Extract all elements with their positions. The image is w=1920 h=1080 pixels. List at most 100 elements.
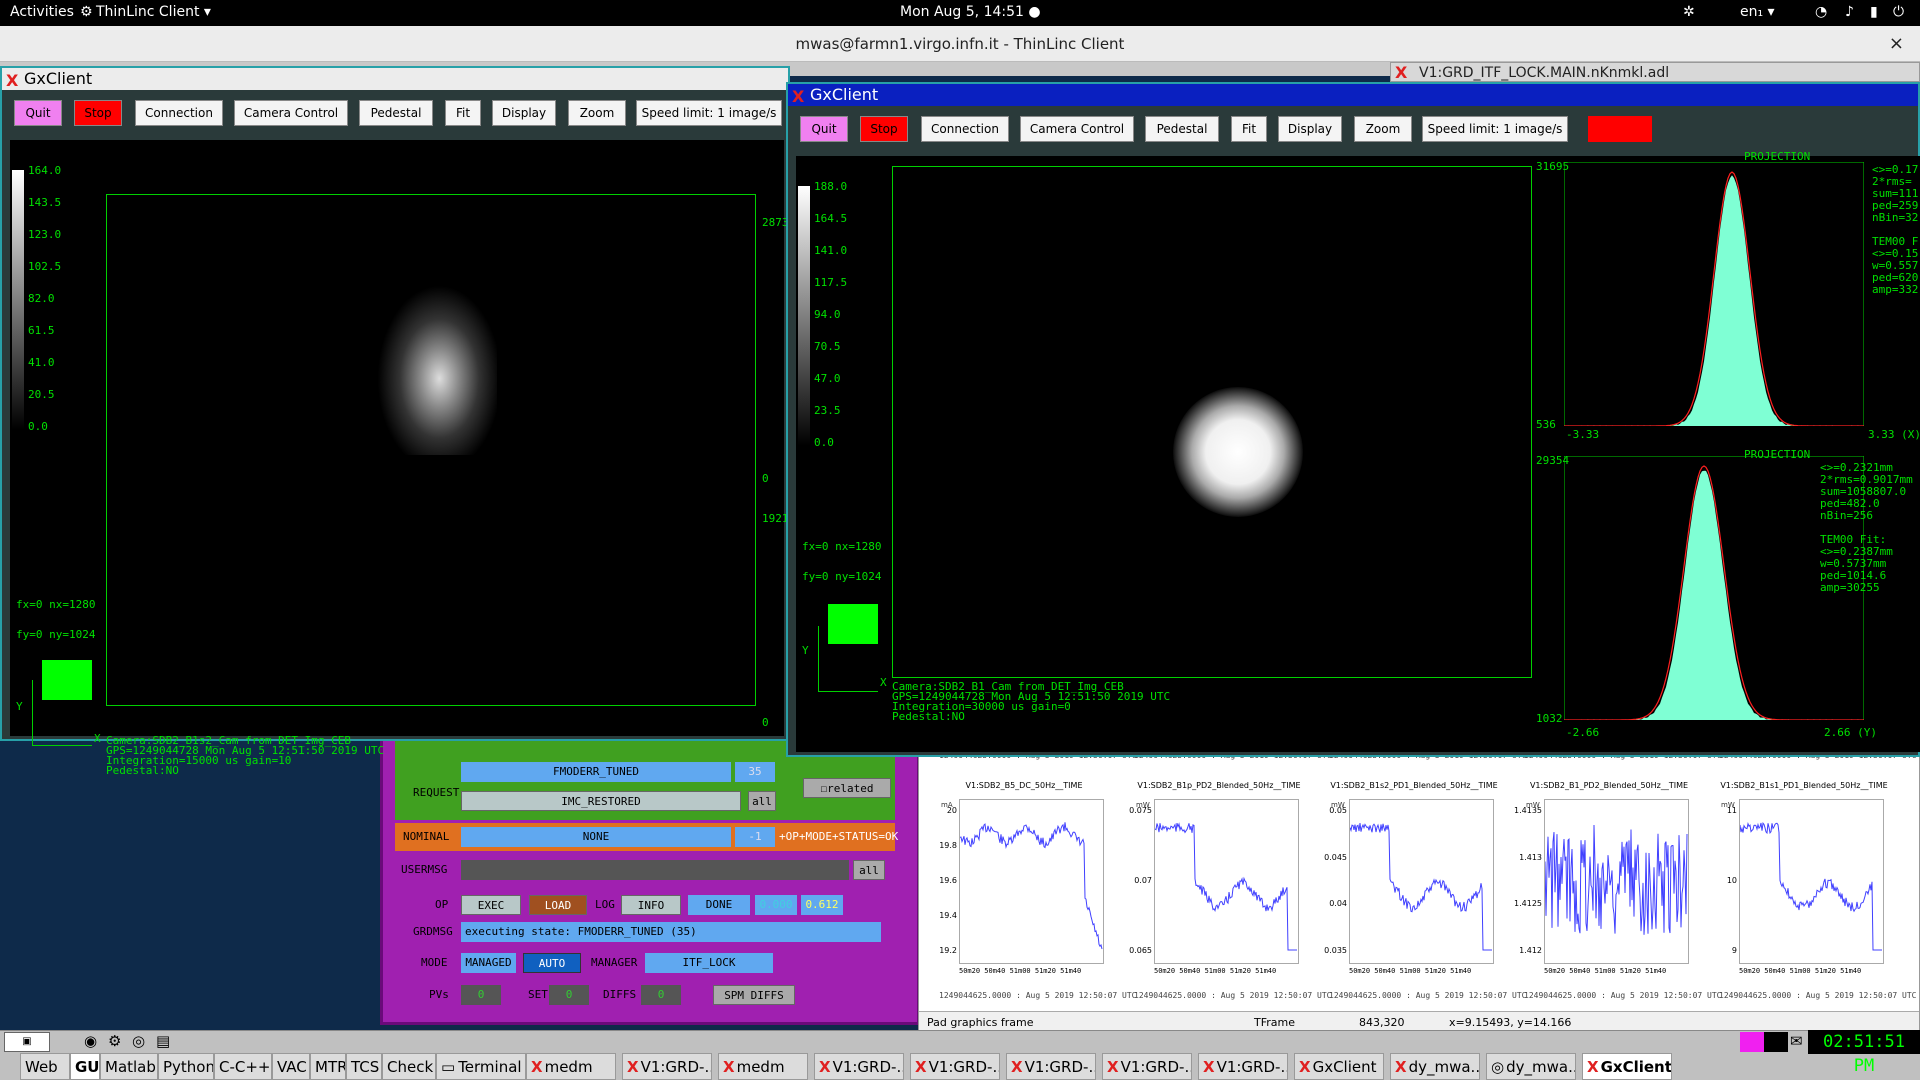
camera-control-button[interactable]: Camera Control (1020, 116, 1134, 142)
taskbar-item[interactable]: Xmedm (526, 1053, 616, 1080)
taskbar-item[interactable]: X GxClient (1294, 1053, 1384, 1080)
power-icon[interactable]: ⏻ (1893, 4, 1904, 20)
usermsg-all-button[interactable]: all (853, 860, 885, 880)
taskbar-item-label: VAC (277, 1058, 307, 1076)
taskbar-item[interactable]: X GxClient (1582, 1053, 1672, 1080)
load-button[interactable]: LOAD (529, 895, 587, 915)
camera-info-right: Camera:SDB2_B1_Cam from DET_Img_CEB GPS=1… (892, 681, 1170, 722)
mode-auto-button[interactable]: AUTO (523, 953, 581, 973)
log-level-select[interactable]: INFO (621, 895, 681, 915)
y-tick: 1.4125 (1514, 899, 1542, 909)
wifi-icon[interactable]: ◔ (1815, 4, 1827, 20)
pedestal-button[interactable]: Pedestal (1145, 116, 1219, 142)
status-object: Pad graphics frame (927, 1016, 1034, 1029)
firefox-icon[interactable]: ◉ (84, 1032, 97, 1050)
projection-y-stats: <>=0.2321mm 2*rms=0.9017mm sum=1058807.0 pe… (1820, 462, 1913, 594)
time-series-plot[interactable] (1544, 799, 1689, 964)
taskbar-item[interactable]: C-C++ (214, 1053, 272, 1080)
taskbar-item[interactable]: Xmedm (718, 1053, 808, 1080)
taskbar-item[interactable]: X V1:GRD-... (910, 1053, 1000, 1080)
gxclient-window-left: X GxClient Quit Stop Connection Camera Co… (0, 66, 795, 776)
taskbar-item[interactable]: X V1:GRD-... (1198, 1053, 1288, 1080)
display-button[interactable]: Display (492, 100, 556, 126)
speed-limit-button[interactable]: Speed limit: 1 image/s (636, 100, 782, 126)
workspace-indicator[interactable] (1740, 1032, 1764, 1052)
taskbar-item[interactable]: VAC (272, 1053, 310, 1080)
pedestal-button[interactable]: Pedestal (359, 100, 433, 126)
browser-icon[interactable]: ◎ (132, 1032, 145, 1050)
thinlinc-title: mwas@farmn1.virgo.infn.it - ThinLinc Cli… (795, 35, 1125, 53)
spm-diffs-button[interactable]: SPM DIFFS (713, 985, 795, 1005)
stop-button[interactable]: Stop (860, 116, 908, 142)
quit-button[interactable]: Quit (800, 116, 848, 142)
y-axis-label: Y (16, 700, 23, 713)
connection-button[interactable]: Connection (921, 116, 1009, 142)
time-series-plot[interactable] (1739, 799, 1884, 964)
taskbar-item[interactable]: X V1:GRD-... (1006, 1053, 1096, 1080)
taskbar-item[interactable]: Xdy_mwa... (1390, 1053, 1480, 1080)
taskbar-clock: 02:51:51 PM (1808, 1030, 1920, 1076)
taskbar-item[interactable]: Python (158, 1053, 214, 1080)
trace-line (1545, 824, 1688, 935)
taskbar-item[interactable]: Matlab (100, 1053, 158, 1080)
plot-unit: mW (1526, 801, 1540, 809)
x-axis-arrow (32, 745, 92, 746)
related-checkbox[interactable]: ☐related (803, 778, 891, 798)
exec-select[interactable]: EXEC (461, 895, 521, 915)
fit-button[interactable]: Fit (445, 100, 481, 126)
taskbar-item[interactable]: ◎ dy_mwa... (1486, 1053, 1576, 1080)
taskbar-item[interactable]: ▭ Terminal (436, 1053, 526, 1080)
taskbar-item[interactable]: MTR (310, 1053, 346, 1080)
taskbar-item[interactable]: TCS (346, 1053, 382, 1080)
gxclient-right-titlebar[interactable]: X GxClient (788, 84, 1918, 106)
app-menu[interactable]: ThinLinc Client ▾ (96, 4, 211, 20)
clock[interactable]: Mon Aug 5, 14:51 ● (900, 4, 1041, 20)
battery-icon[interactable]: ▮ (1870, 4, 1878, 20)
taskbar-item-label: Matlab (105, 1058, 156, 1076)
taskbar-item[interactable]: X V1:GRD-... (814, 1053, 904, 1080)
x-icon: X (531, 1058, 543, 1076)
request-select[interactable]: IMC_RESTORED (461, 791, 741, 811)
close-icon[interactable]: × (1889, 26, 1904, 62)
speed-limit-button[interactable]: Speed limit: 1 image/s (1422, 116, 1568, 142)
taskbar-item[interactable]: Web (20, 1053, 70, 1080)
camera-canvas-left[interactable]: 164.0 143.5 123.0 102.5 82.0 61.5 41.0 20.5 0.0 … (10, 140, 795, 776)
time-series-plot[interactable] (1349, 799, 1494, 964)
gxclient-left-titlebar[interactable]: X GxClient (2, 68, 788, 90)
quit-button[interactable]: Quit (14, 100, 62, 126)
scale-label: 82.0 (28, 292, 55, 305)
scale-label: 143.5 (28, 196, 62, 209)
display-button[interactable]: Display (1278, 116, 1342, 142)
activities-button[interactable]: Activities (10, 4, 74, 20)
background-medm-window-title[interactable]: X V1:GRD_ITF_LOCK.MAIN.nKnmkl.adl (1390, 62, 1920, 82)
accessibility-icon[interactable]: ✲ (1683, 4, 1695, 20)
x-icon: X (819, 1058, 831, 1076)
request-all-button[interactable]: all (748, 791, 776, 811)
connection-button[interactable]: Connection (135, 100, 223, 126)
scale-label: 123.0 (28, 228, 62, 241)
taskbar-item[interactable]: X V1:GRD-... (622, 1053, 712, 1080)
camera-control-button[interactable]: Camera Control (234, 100, 348, 126)
start-menu-icon[interactable]: ▣ (4, 1032, 50, 1052)
monitor-icon[interactable]: ▤ (156, 1032, 170, 1050)
x-ticks: 50m20 50m40 51m00 51m20 51m40 (1154, 967, 1277, 975)
time-series-plot[interactable] (959, 799, 1104, 964)
taskbar-item[interactable]: Check (382, 1053, 436, 1080)
projection-x-plot (1564, 162, 1864, 426)
fit-button[interactable]: Fit (1231, 116, 1267, 142)
taskbar-item[interactable]: X V1:GRD-... (1102, 1053, 1192, 1080)
time-series-plot[interactable] (1154, 799, 1299, 964)
taskbar-item-label: Python (163, 1058, 214, 1076)
taskbar-item[interactable]: GUI (70, 1053, 100, 1080)
projection-x-min: -3.33 (1566, 428, 1600, 441)
stop-button[interactable]: Stop (74, 100, 122, 126)
settings-icon[interactable]: ⚙ (108, 1032, 121, 1050)
volume-icon[interactable]: ♪ (1845, 4, 1854, 20)
language-menu[interactable]: en₁ ▾ (1740, 4, 1775, 20)
zoom-button[interactable]: Zoom (1354, 116, 1412, 142)
y-tick: 9 (1731, 946, 1737, 955)
zoom-button[interactable]: Zoom (568, 100, 626, 126)
mail-icon[interactable]: ✉ (1790, 1032, 1803, 1050)
y-tick: 0.04 (1329, 899, 1347, 909)
camera-canvas-right[interactable]: 188.0 164.5 141.0 117.5 94.0 70.5 47.0 23.5 0.0 … (796, 150, 1920, 752)
